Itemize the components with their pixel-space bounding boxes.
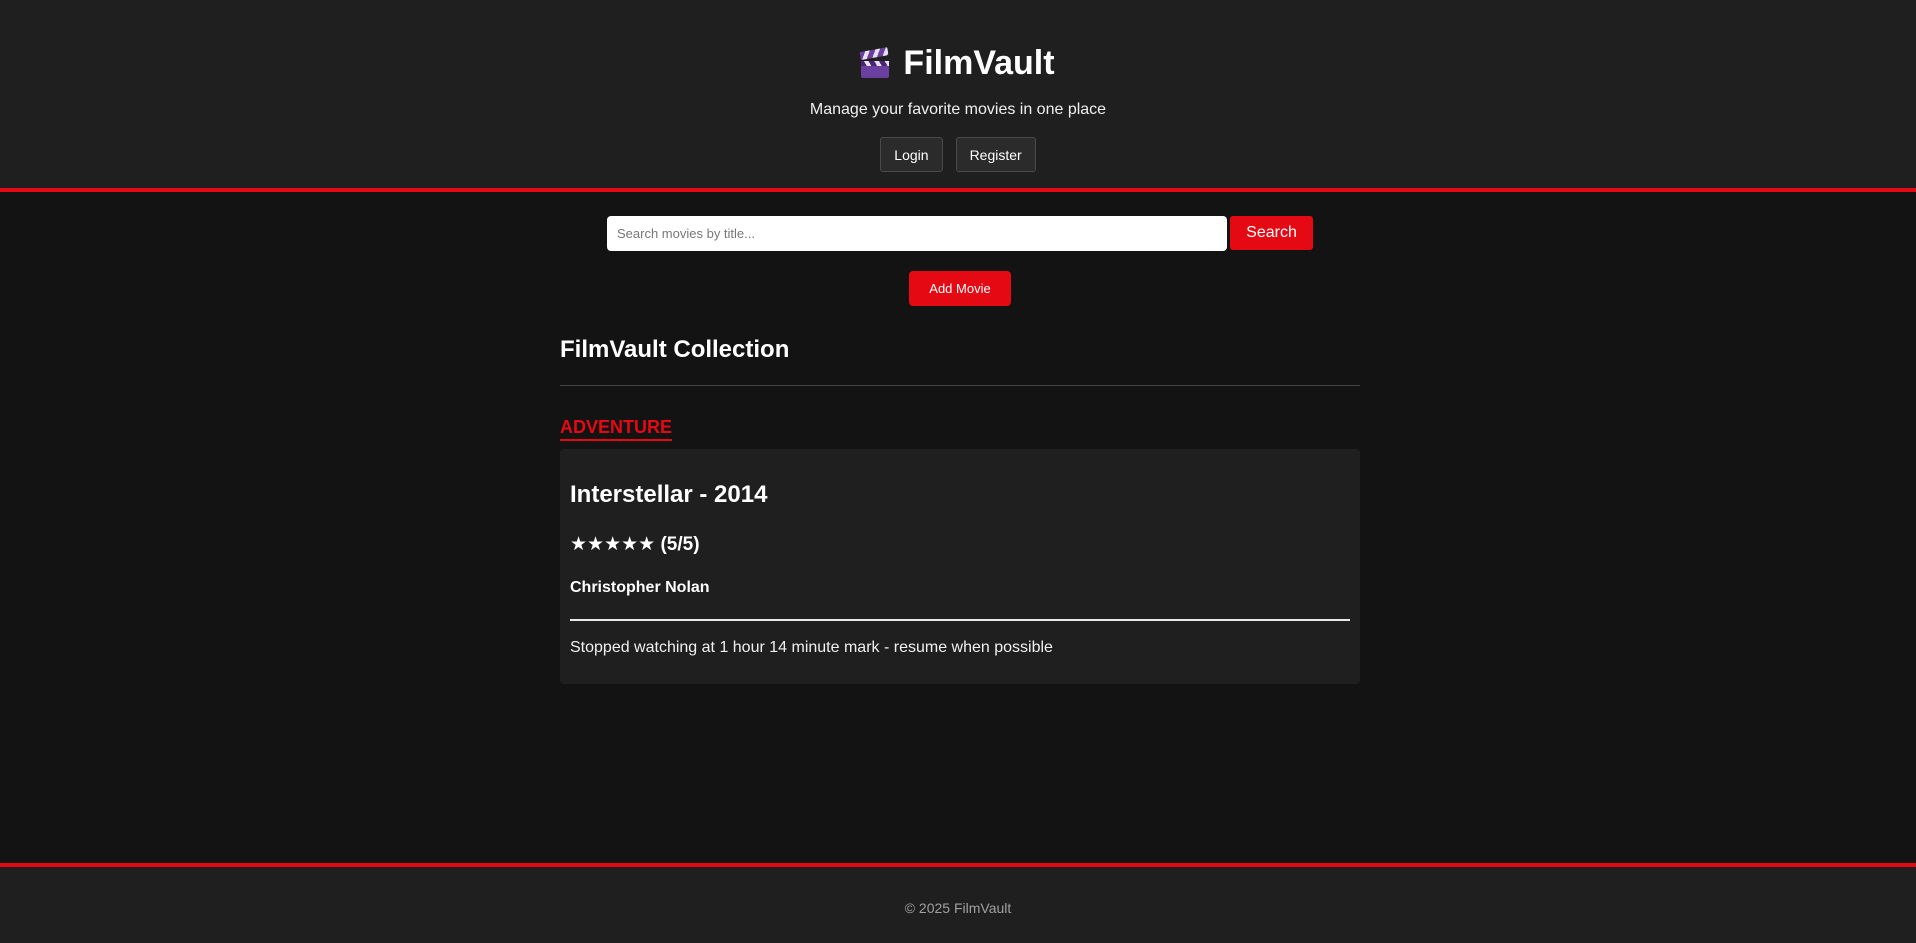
rating-stars: ★★★★★ [570,534,656,555]
login-button[interactable]: Login [880,137,943,172]
clapperboard-icon [860,46,890,78]
site-title: FilmVault [903,44,1055,82]
collection-section: FilmVault Collection ADVENTURE Interstel… [560,336,1360,684]
rating-text: (5/5) [660,534,700,555]
site-footer: © 2025 FilmVault [0,863,1916,943]
auth-buttons: Login Register [0,137,1916,172]
movie-title: Interstellar - 2014 [570,481,768,508]
site-header: FilmVault Manage your favorite movies in… [0,0,1916,192]
search-bar: Search [607,216,1313,251]
movie-notes: Stopped watching at 1 hour 14 minute mar… [570,639,1053,656]
tagline: Manage your favorite movies in one place [809,101,1107,118]
copyright-text: © 2025 FilmVault [904,900,1012,916]
card-divider [570,619,1350,621]
brand: FilmVault [0,44,1916,83]
collection-title: FilmVault Collection [560,336,1360,386]
movie-director: Christopher Nolan [570,579,710,596]
search-input[interactable] [607,216,1227,251]
movie-rating: ★★★★★ (5/5) [570,533,700,556]
genre-heading: ADVENTURE [560,417,673,441]
register-button[interactable]: Register [955,137,1036,172]
movie-card: Interstellar - 2014 ★★★★★ (5/5) Christop… [560,449,1360,684]
add-movie-button[interactable]: Add Movie [909,271,1011,306]
search-button[interactable]: Search [1230,216,1313,250]
